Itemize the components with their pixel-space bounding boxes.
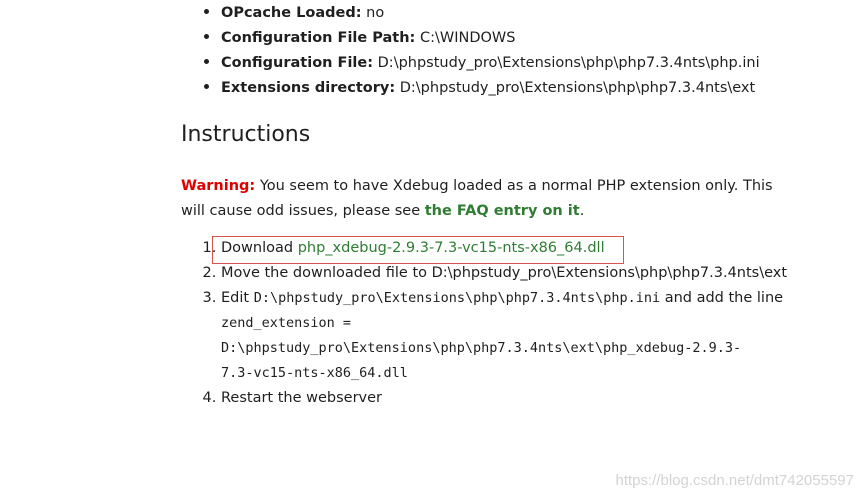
step-download-label: Download <box>221 240 294 256</box>
xdebug-download-link[interactable]: php_xdebug-2.9.3-7.3-vc15-nts-x86_64.dll <box>298 240 605 256</box>
step-move: Move the downloaded file to D:\phpstudy_… <box>221 261 861 286</box>
info-key: Configuration File: <box>221 55 374 71</box>
instructions-heading: Instructions <box>181 122 311 147</box>
faq-entry-link[interactable]: the FAQ entry on it <box>425 203 580 219</box>
step-edit-label: Edit <box>221 290 250 306</box>
instruction-steps: Download php_xdebug-2.9.3-7.3-vc15-nts-x… <box>181 236 861 411</box>
info-value: no <box>366 5 385 21</box>
warning-paragraph: Warning: You seem to have Xdebug loaded … <box>181 174 801 224</box>
step-download: Download php_xdebug-2.9.3-7.3-vc15-nts-x… <box>221 236 861 261</box>
zend-extension-line-2: D:\phpstudy_pro\Extensions\php\php7.3.4n… <box>221 340 742 356</box>
step-restart-text: Restart the webserver <box>221 390 383 406</box>
warning-label: Warning: <box>181 178 256 194</box>
info-key: Configuration File Path: <box>221 30 416 46</box>
watermark-text: https://blog.csdn.net/dmt742055597 <box>615 472 854 489</box>
step-edit: Edit D:\phpstudy_pro\Extensions\php\php7… <box>221 286 861 386</box>
info-item-config-file: Configuration File: D:\phpstudy_pro\Exte… <box>221 50 760 75</box>
php-ini-path: D:\phpstudy_pro\Extensions\php\php7.3.4n… <box>253 290 661 306</box>
php-info-list: OPcache Loaded: no Configuration File Pa… <box>181 0 760 100</box>
info-key: OPcache Loaded: <box>221 5 362 21</box>
info-value: D:\phpstudy_pro\Extensions\php\php7.3.4n… <box>399 80 756 96</box>
info-item-opcache: OPcache Loaded: no <box>221 0 760 25</box>
step-move-text: Move the downloaded file to D:\phpstudy_… <box>221 265 788 281</box>
info-value: C:\WINDOWS <box>419 30 516 46</box>
page: OPcache Loaded: no Configuration File Pa… <box>0 0 862 500</box>
info-item-config-path: Configuration File Path: C:\WINDOWS <box>221 25 760 50</box>
step-edit-suffix: and add the line <box>664 290 784 306</box>
step-restart: Restart the webserver <box>221 386 861 411</box>
zend-extension-line-1: zend_extension = <box>221 315 352 331</box>
info-item-ext-dir: Extensions directory: D:\phpstudy_pro\Ex… <box>221 75 760 100</box>
warning-end: . <box>579 203 585 219</box>
info-key: Extensions directory: <box>221 80 396 96</box>
zend-extension-line-3: 7.3-vc15-nts-x86_64.dll <box>221 365 408 381</box>
info-value: D:\phpstudy_pro\Extensions\php\php7.3.4n… <box>377 55 760 71</box>
